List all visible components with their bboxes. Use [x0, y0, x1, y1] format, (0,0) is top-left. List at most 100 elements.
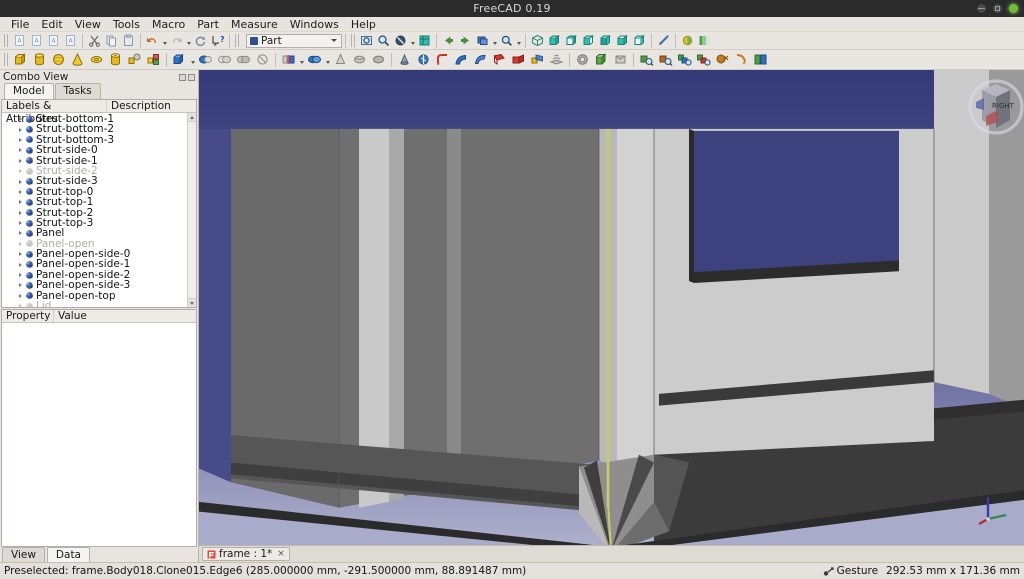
redo-icon[interactable]: [169, 33, 184, 48]
cut-boolean-icon[interactable]: [197, 51, 214, 68]
box-selection-icon[interactable]: [499, 33, 514, 48]
chevron-right-icon[interactable]: [16, 190, 24, 194]
boolean-dropdown-arrow[interactable]: [189, 52, 196, 67]
torus-icon[interactable]: [88, 51, 105, 68]
appearance-icon[interactable]: [680, 33, 695, 48]
copy-icon[interactable]: [104, 33, 119, 48]
cone-icon[interactable]: [69, 51, 86, 68]
compound-filter-icon[interactable]: [733, 51, 750, 68]
redo-dropdown-arrow[interactable]: [185, 33, 192, 48]
tree-item[interactable]: Panel: [2, 228, 196, 239]
view-toolbar-grip[interactable]: [351, 34, 356, 47]
revolve-icon[interactable]: [396, 51, 413, 68]
model-tree[interactable]: Strut-bottom-1 Strut-bottom-2 Strut-bottom…: [2, 113, 196, 307]
tab-tasks[interactable]: Tasks: [54, 83, 101, 99]
tab-model[interactable]: Model: [4, 83, 54, 99]
connect-icon[interactable]: [306, 51, 323, 68]
random-color-icon[interactable]: [697, 33, 712, 48]
projection-on-surface-icon[interactable]: [612, 51, 629, 68]
join-icon[interactable]: [280, 51, 297, 68]
scroll-up-icon[interactable]: [188, 113, 196, 122]
rear-view-icon[interactable]: [598, 33, 613, 48]
tree-item[interactable]: Strut-top-1: [2, 197, 196, 208]
refresh-icon[interactable]: [193, 33, 208, 48]
top-view-icon[interactable]: [564, 33, 579, 48]
embed-icon[interactable]: [332, 51, 349, 68]
part-toolbar-grip[interactable]: [4, 53, 9, 66]
left-view-icon[interactable]: [632, 33, 647, 48]
tree-item[interactable]: Strut-bottom-3: [2, 134, 196, 145]
tree-item[interactable]: Strut-side-1: [2, 155, 196, 166]
loft-icon[interactable]: [491, 51, 508, 68]
close-panel-button[interactable]: [188, 73, 195, 81]
chevron-right-icon[interactable]: [16, 148, 24, 152]
connect-dropdown-arrow[interactable]: [324, 52, 331, 67]
toggle-axis-cross-icon[interactable]: [417, 33, 432, 48]
chevron-right-icon[interactable]: [16, 283, 24, 287]
tree-scrollbar[interactable]: [187, 113, 196, 307]
measure-icon[interactable]: [656, 33, 671, 48]
chevron-right-icon[interactable]: [16, 294, 24, 298]
menu-tools[interactable]: Tools: [107, 17, 146, 32]
chevron-right-icon[interactable]: [16, 180, 24, 184]
chevron-right-icon[interactable]: [16, 138, 24, 142]
menu-view[interactable]: View: [69, 17, 107, 32]
cylinder-icon[interactable]: [31, 51, 48, 68]
cut-icon[interactable]: [87, 33, 102, 48]
section-icon[interactable]: [529, 51, 546, 68]
chevron-right-icon[interactable]: [16, 273, 24, 277]
paste-icon[interactable]: [121, 33, 136, 48]
tree-item[interactable]: Lid: [2, 301, 196, 307]
tree-item[interactable]: Panel-open-top: [2, 290, 196, 301]
view-previous-icon[interactable]: [441, 33, 456, 48]
chevron-right-icon[interactable]: [16, 159, 24, 163]
tree-item[interactable]: Strut-side-2: [2, 165, 196, 176]
fit-all-icon[interactable]: [359, 33, 374, 48]
tree-item[interactable]: Strut-top-0: [2, 186, 196, 197]
property-rows[interactable]: [2, 323, 196, 546]
menu-measure[interactable]: Measure: [225, 17, 284, 32]
primitives-icon[interactable]: [145, 51, 162, 68]
undo-icon[interactable]: [145, 33, 160, 48]
menu-macro[interactable]: Macro: [146, 17, 191, 32]
tube-icon[interactable]: [107, 51, 124, 68]
menu-part[interactable]: Part: [191, 17, 225, 32]
chevron-right-icon[interactable]: [16, 304, 24, 307]
chevron-right-icon[interactable]: [16, 128, 24, 132]
check-geometry-icon[interactable]: [638, 51, 655, 68]
toolbar-grip[interactable]: [4, 34, 9, 47]
common-icon[interactable]: [235, 51, 252, 68]
tree-item[interactable]: Strut-top-3: [2, 217, 196, 228]
ruled-surface-icon[interactable]: [472, 51, 489, 68]
chevron-right-icon[interactable]: [16, 200, 24, 204]
boolean-icon[interactable]: [171, 51, 188, 68]
sphere-icon[interactable]: [50, 51, 67, 68]
navigation-cube[interactable]: RIGHT: [968, 76, 1024, 138]
menu-edit[interactable]: Edit: [35, 17, 68, 32]
menu-help[interactable]: Help: [345, 17, 382, 32]
document-tab-close-icon[interactable]: ×: [275, 549, 285, 559]
tree-item[interactable]: Strut-side-3: [2, 176, 196, 187]
box-icon[interactable]: [12, 51, 29, 68]
workbench-toolbar-grip[interactable]: [235, 34, 240, 47]
chevron-right-icon[interactable]: [16, 221, 24, 225]
bottom-view-icon[interactable]: [615, 33, 630, 48]
close-button[interactable]: [1009, 4, 1018, 13]
slice-apart-icon[interactable]: [695, 51, 712, 68]
box-selection-dropdown-arrow[interactable]: [515, 33, 522, 48]
draw-style-dropdown-arrow[interactable]: [409, 33, 416, 48]
offset-3d-icon[interactable]: [574, 51, 591, 68]
shape-builder-icon[interactable]: [126, 51, 143, 68]
defeaturing-icon[interactable]: [657, 51, 674, 68]
sweep-icon[interactable]: [510, 51, 527, 68]
maximize-button[interactable]: [993, 4, 1002, 13]
chevron-right-icon[interactable]: [16, 231, 24, 235]
whats-this-icon[interactable]: ?: [210, 33, 225, 48]
join-dropdown-arrow[interactable]: [298, 52, 305, 67]
chevron-right-icon[interactable]: [16, 242, 24, 246]
thickness-icon[interactable]: [593, 51, 610, 68]
extrude-icon[interactable]: [370, 51, 387, 68]
box-zoom-icon[interactable]: [475, 33, 490, 48]
chevron-right-icon[interactable]: [16, 169, 24, 173]
3d-viewport[interactable]: RIGHT: [199, 70, 1024, 545]
